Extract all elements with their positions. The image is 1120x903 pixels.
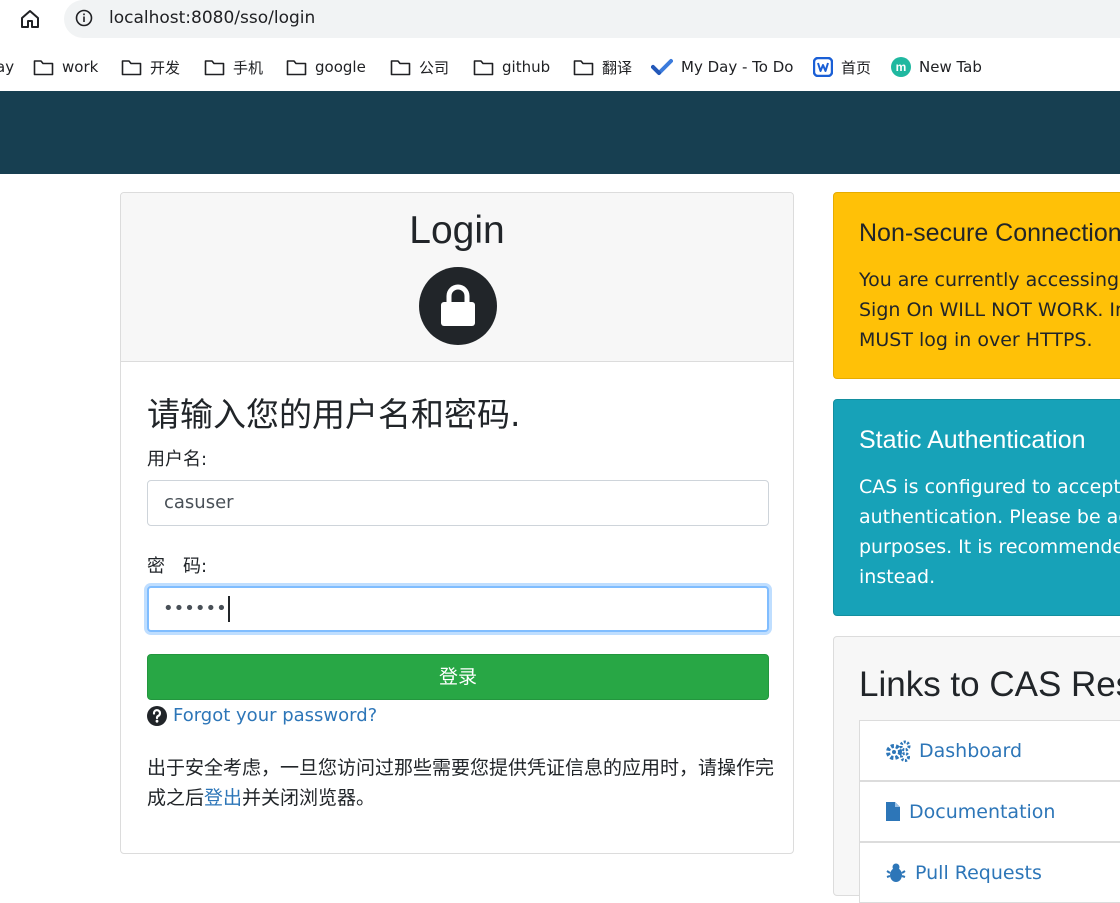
bookmark-google[interactable]: google [286,56,366,78]
bookmark-github[interactable]: github [473,56,550,78]
username-input[interactable]: casuser [147,480,769,526]
warning-body: You are currently accessing CA Sign On W… [859,265,1120,355]
folder-icon [286,59,307,75]
link-pull-requests[interactable]: Pull Requests [859,842,1120,903]
password-input[interactable]: •••••• [147,586,769,632]
warning-line: You are currently accessing CA [859,269,1120,291]
w-logo-icon [813,57,833,77]
notice-text-after: 并关闭浏览器。 [242,787,376,809]
warning-title: Non-secure Connection [859,219,1120,247]
password-label: 密 码: [147,556,208,577]
bookmark-work[interactable]: work [33,56,98,78]
link-label: Pull Requests [915,861,1042,884]
text-caret [227,596,230,622]
link-dashboard[interactable]: Dashboard [859,720,1120,781]
lock-icon [419,267,497,345]
bookmark-ay[interactable]: ay [0,56,14,78]
bookmark-shouji[interactable]: 手机 [204,56,263,78]
todo-check-icon [651,59,673,75]
bookmark-label: New Tab [919,58,982,76]
cas-resources-title: Links to CAS Res [859,665,1120,704]
file-icon [886,802,900,821]
login-card-header: Login [121,193,793,362]
site-info-icon[interactable] [75,9,93,27]
lock-glyph [441,284,475,326]
svg-text:m: m [896,60,907,74]
security-notice: 出于安全考虑，一旦您访问过那些需要您提供凭证信息的应用时，请操作完成之后登出并关… [147,753,777,813]
url-text[interactable]: localhost:8080/sso/login [109,8,315,28]
link-documentation[interactable]: Documentation [859,781,1120,842]
bookmark-shouye[interactable]: 首页 [813,56,871,78]
folder-icon [390,59,411,75]
gears-icon [886,740,911,762]
static-auth-line: instead. [859,566,936,588]
bookmark-label: ay [0,58,15,76]
bookmarks-bar: ay work 开发 手机 google 公司 github 翻译 My Day… [0,48,1120,84]
static-auth-title: Static Authentication [859,426,1086,454]
bookmark-fanyi[interactable]: 翻译 [573,56,632,78]
static-auth-line: purposes. It is recommended [859,536,1120,558]
question-circle-icon [147,705,167,726]
cas-resources-card: Links to CAS Res Dashboard Documentation… [833,636,1120,903]
bookmark-label: 手机 [233,58,264,77]
bookmark-kaifa[interactable]: 开发 [121,56,180,78]
home-icon[interactable] [18,7,42,31]
login-title: Login [409,209,505,252]
static-auth-line: authentication. Please be advi [859,506,1120,528]
bookmark-label: 翻译 [602,58,633,77]
login-card: Login 请输入您的用户名和密码. 用户名: casuser 密 码: •••… [120,192,794,854]
folder-icon [33,59,54,75]
username-label: 用户名: [147,449,208,470]
bookmark-gongsi[interactable]: 公司 [390,56,449,78]
forgot-password-link[interactable]: Forgot your password? [173,705,377,726]
static-auth-body: CAS is configured to accept a authentica… [859,472,1120,592]
folder-icon [204,59,225,75]
browser-toolbar: localhost:8080/sso/login [0,0,1120,38]
bookmark-label: 公司 [419,58,450,77]
logout-link[interactable]: 登出 [204,787,242,809]
warning-line: MUST log in over HTTPS. [859,329,1093,351]
bug-icon [886,863,906,882]
bookmark-label: My Day - To Do [681,58,794,76]
forgot-password-row: Forgot your password? [147,705,377,726]
bookmark-my-day[interactable]: My Day - To Do [651,56,793,78]
bookmark-label: 开发 [150,58,181,77]
bookmark-label: 首页 [841,58,872,77]
folder-icon [573,59,594,75]
bookmark-label: work [62,58,99,76]
m-logo-icon: m [891,57,911,77]
site-navbar [0,91,1120,174]
username-value: casuser [164,492,234,513]
link-label: Documentation [909,800,1056,823]
warning-line: Sign On WILL NOT WORK. In [859,299,1120,321]
non-secure-connection-card: Non-secure Connection You are currently … [833,192,1120,379]
folder-icon [121,59,142,75]
bookmark-label: google [315,58,366,76]
static-authentication-card: Static Authentication CAS is configured … [833,399,1120,616]
folder-icon [473,59,494,75]
login-submit-button[interactable]: 登录 [147,654,769,700]
bookmark-new-tab[interactable]: m New Tab [891,56,982,78]
login-prompt: 请输入您的用户名和密码. [147,395,521,434]
static-auth-line: CAS is configured to accept a [859,476,1120,498]
password-value: •••••• [163,598,227,619]
bookmark-label: github [502,58,551,76]
link-label: Dashboard [919,739,1023,762]
